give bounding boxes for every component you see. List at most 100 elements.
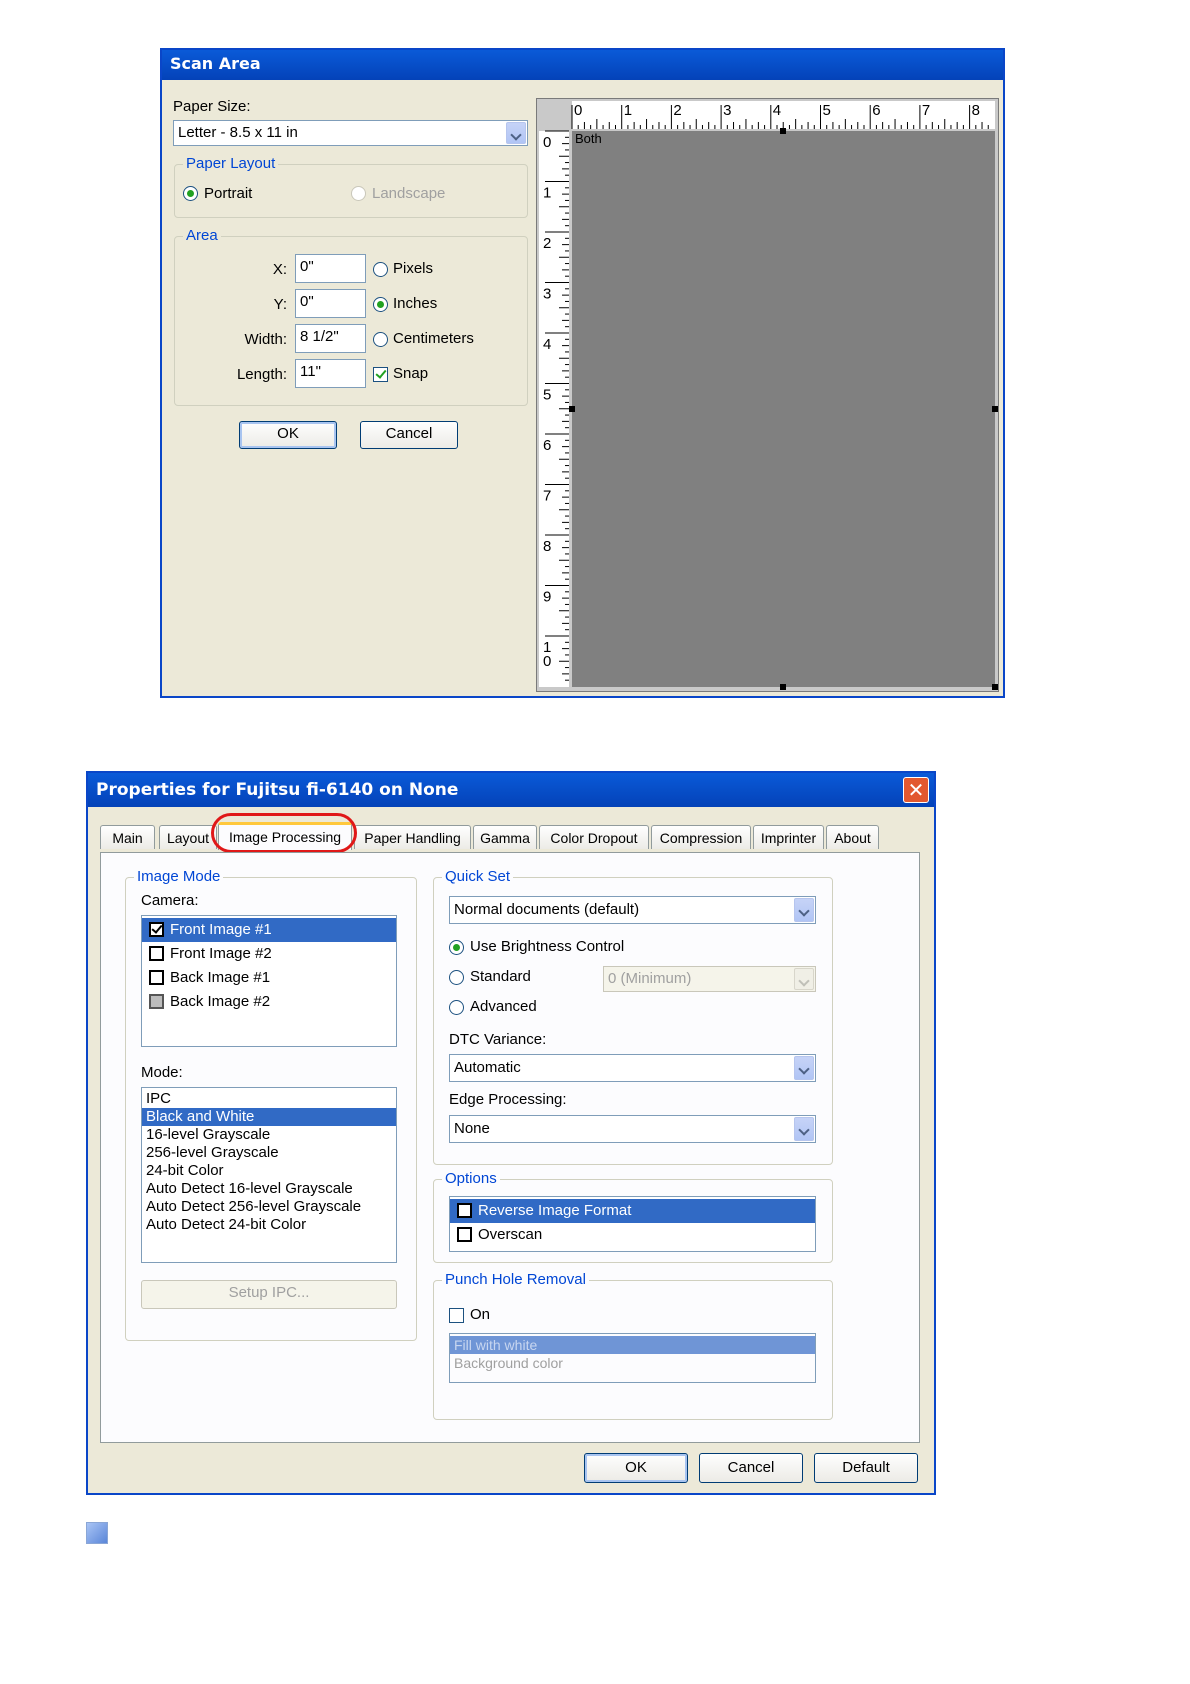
ruler-number: 8: [972, 102, 980, 119]
standard-select[interactable]: 0 (Minimum): [603, 966, 816, 992]
quick-set-legend: Quick Set: [442, 868, 514, 886]
length-input[interactable]: 11": [295, 359, 366, 388]
chevron-down-icon[interactable]: [794, 1056, 814, 1080]
options-list[interactable]: Reverse Image Format Overscan: [449, 1196, 816, 1252]
use-brightness-radio[interactable]: [449, 940, 464, 955]
advanced-label[interactable]: Advanced: [470, 998, 537, 1016]
camera-item-label: Front Image #1: [170, 921, 272, 938]
y-label: Y:: [273, 296, 287, 313]
punch-hole-legend: Punch Hole Removal: [442, 1271, 589, 1289]
camera-checkbox[interactable]: [149, 946, 164, 961]
option-item[interactable]: Reverse Image Format: [450, 1199, 815, 1223]
edge-value: None: [454, 1120, 490, 1137]
mode-item[interactable]: 256-level Grayscale: [142, 1144, 396, 1162]
scan-area-titlebar[interactable]: Scan Area: [162, 50, 1003, 80]
chevron-down-icon[interactable]: [794, 898, 814, 922]
pixels-radio[interactable]: [373, 262, 388, 277]
properties-ok-button[interactable]: OK: [584, 1453, 688, 1483]
tab-color-dropout[interactable]: Color Dropout: [539, 825, 649, 849]
snap-label[interactable]: Snap: [393, 365, 428, 383]
option-item[interactable]: Overscan: [450, 1223, 815, 1247]
resize-handle-right[interactable]: [992, 406, 998, 412]
advanced-radio[interactable]: [449, 1000, 464, 1015]
mode-item[interactable]: 24-bit Color: [142, 1162, 396, 1180]
option-checkbox[interactable]: [457, 1227, 472, 1242]
tab-paper-handling[interactable]: Paper Handling: [354, 825, 471, 849]
tab-layout[interactable]: Layout: [159, 825, 217, 849]
camera-checkbox[interactable]: [149, 922, 164, 937]
ruler-number: 7: [543, 488, 551, 505]
resize-handle-top[interactable]: [780, 128, 786, 134]
paper-size-select[interactable]: Letter - 8.5 x 11 in: [173, 120, 528, 146]
camera-item[interactable]: Front Image #2: [142, 942, 396, 966]
snap-checkbox[interactable]: [373, 367, 388, 382]
properties-default-button[interactable]: Default: [814, 1453, 918, 1483]
scan-ok-button[interactable]: OK: [239, 421, 337, 449]
scan-cancel-button[interactable]: Cancel: [360, 421, 458, 449]
chevron-down-icon[interactable]: [506, 122, 526, 144]
tab-main[interactable]: Main: [100, 825, 155, 849]
mode-list[interactable]: IPC Black and White 16-level Grayscale 2…: [141, 1087, 397, 1263]
quick-set-value: Normal documents (default): [454, 901, 640, 918]
camera-checkbox[interactable]: [149, 994, 164, 1009]
dtc-value: Automatic: [454, 1059, 521, 1076]
centimeters-radio[interactable]: [373, 332, 388, 347]
chevron-down-icon[interactable]: [794, 968, 814, 990]
mode-item[interactable]: Black and White: [142, 1108, 396, 1126]
x-value: 0": [300, 258, 314, 275]
centimeters-label[interactable]: Centimeters: [393, 330, 474, 348]
resize-handle-left[interactable]: [569, 406, 575, 412]
chevron-down-icon[interactable]: [794, 1117, 814, 1141]
camera-item[interactable]: Front Image #1: [142, 918, 396, 942]
pixels-label[interactable]: Pixels: [393, 260, 433, 278]
landscape-label[interactable]: Landscape: [372, 185, 445, 203]
option-checkbox[interactable]: [457, 1203, 472, 1218]
portrait-label[interactable]: Portrait: [204, 185, 252, 203]
inches-label[interactable]: Inches: [393, 295, 437, 313]
camera-list[interactable]: Front Image #1 Front Image #2 Back Image…: [141, 915, 397, 1047]
mode-item[interactable]: 16-level Grayscale: [142, 1126, 396, 1144]
resize-handle-bottom[interactable]: [780, 684, 786, 690]
camera-checkbox[interactable]: [149, 970, 164, 985]
punch-on-checkbox[interactable]: [449, 1308, 464, 1323]
edge-select[interactable]: None: [449, 1115, 816, 1143]
punch-on-label[interactable]: On: [470, 1306, 490, 1324]
landscape-radio[interactable]: [351, 186, 366, 201]
tab-compression[interactable]: Compression: [651, 825, 751, 849]
standard-label[interactable]: Standard: [470, 968, 531, 986]
properties-titlebar[interactable]: Properties for Fujitsu fi-6140 on None ✕: [88, 773, 934, 807]
dtc-select[interactable]: Automatic: [449, 1054, 816, 1082]
length-value: 11": [300, 363, 321, 380]
punch-fill-list[interactable]: Fill with white Background color: [449, 1333, 816, 1383]
y-input[interactable]: 0": [295, 289, 366, 318]
mode-item[interactable]: Auto Detect 16-level Grayscale: [142, 1180, 396, 1198]
preview-area[interactable]: Both: [569, 128, 998, 690]
use-brightness-label[interactable]: Use Brightness Control: [470, 938, 624, 956]
camera-item-label: Front Image #2: [170, 945, 272, 962]
tab-strip: Main Layout Image Processing Paper Handl…: [100, 813, 920, 853]
setup-ipc-button[interactable]: Setup IPC...: [141, 1280, 397, 1309]
resize-handle-bottom-right[interactable]: [992, 684, 998, 690]
x-input[interactable]: 0": [295, 254, 366, 283]
portrait-radio[interactable]: [183, 186, 198, 201]
punch-fill-item[interactable]: Background color: [450, 1354, 815, 1372]
inches-radio[interactable]: [373, 297, 388, 312]
tab-highlight-ring: [211, 813, 357, 853]
camera-item[interactable]: Back Image #1: [142, 966, 396, 990]
width-input[interactable]: 8 1/2": [295, 324, 366, 353]
punch-fill-item[interactable]: Fill with white: [450, 1336, 815, 1354]
tab-about[interactable]: About: [826, 825, 879, 849]
quick-set-select[interactable]: Normal documents (default): [449, 896, 816, 924]
close-button[interactable]: ✕: [903, 777, 929, 803]
edge-label: Edge Processing:: [449, 1091, 567, 1108]
standard-radio[interactable]: [449, 970, 464, 985]
area-group: Area X: 0" Y: 0" Width: 8 1/2" Length: 1…: [174, 227, 528, 406]
mode-item[interactable]: Auto Detect 24-bit Color: [142, 1216, 396, 1234]
tab-imprinter[interactable]: Imprinter: [753, 825, 824, 849]
camera-item[interactable]: Back Image #2: [142, 990, 396, 1014]
properties-cancel-button[interactable]: Cancel: [699, 1453, 803, 1483]
mode-item[interactable]: Auto Detect 256-level Grayscale: [142, 1198, 396, 1216]
mode-item[interactable]: IPC: [142, 1090, 396, 1108]
scan-area-dialog: Scan Area Paper Size: Letter - 8.5 x 11 …: [160, 48, 1005, 698]
tab-gamma[interactable]: Gamma: [473, 825, 537, 849]
